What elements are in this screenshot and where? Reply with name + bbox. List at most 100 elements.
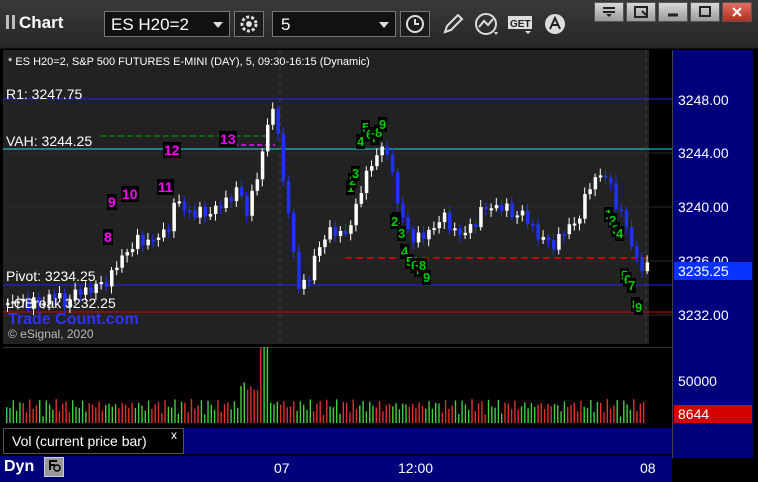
candle — [375, 155, 379, 167]
time-label: 12:00 — [398, 460, 434, 476]
candle — [312, 255, 317, 281]
volume-bar — [65, 401, 67, 423]
dynamic-label[interactable]: Dyn — [4, 458, 34, 476]
volume-bar — [517, 409, 519, 423]
volume-bar — [481, 401, 483, 423]
candle — [333, 227, 338, 237]
setup-label: 9 — [634, 300, 644, 315]
volume-bar — [639, 403, 641, 423]
volume-bar — [444, 399, 447, 423]
volume-bar — [68, 412, 71, 423]
maximize-button[interactable] — [690, 2, 720, 22]
candle — [110, 270, 114, 287]
volume-bar — [418, 402, 420, 423]
volume-bar — [309, 399, 311, 423]
volume-bar — [81, 400, 84, 423]
volume-bar — [45, 400, 47, 423]
studies-button[interactable] — [472, 11, 502, 37]
candle — [224, 197, 228, 209]
volume-bar — [415, 408, 417, 423]
candle — [463, 232, 468, 236]
volume-bar — [85, 411, 87, 423]
format-button[interactable] — [44, 457, 64, 477]
candle — [292, 212, 296, 252]
volume-study-label[interactable]: Vol (current price bar) — [3, 428, 184, 454]
volume-bar — [606, 399, 608, 423]
volume-bar — [609, 408, 612, 423]
alert-button[interactable] — [540, 11, 570, 37]
candle — [515, 215, 520, 218]
volume-bar — [557, 405, 559, 423]
chevron-down-icon[interactable] — [213, 22, 223, 28]
sequence-label: 12 — [163, 142, 181, 158]
volume-bar — [147, 400, 150, 423]
candle — [645, 262, 650, 272]
volume-bar — [296, 410, 298, 423]
candle — [328, 227, 332, 240]
candle — [266, 124, 270, 152]
candle — [281, 133, 286, 182]
volume-bar — [547, 403, 549, 423]
chevron-down-icon[interactable] — [379, 22, 389, 28]
volume-bar — [171, 407, 173, 423]
volume-bar — [382, 411, 384, 423]
price-axis[interactable]: 3248.00 3244.00 3240.00 3236.00 3232.00 … — [672, 50, 753, 458]
sequence-label: 11 — [157, 179, 174, 195]
candle — [510, 203, 514, 218]
candle — [453, 228, 457, 231]
candle — [520, 210, 525, 216]
close-study-icon[interactable]: x — [171, 428, 177, 442]
symbol-input[interactable]: ES H20=2 — [104, 11, 230, 37]
candle — [614, 183, 618, 209]
volume-bar — [114, 404, 117, 423]
chart-bars-icon — [6, 15, 15, 29]
volume-bar — [190, 399, 193, 423]
interval-input[interactable]: 5 — [272, 11, 396, 37]
time-axis[interactable] — [0, 456, 672, 482]
settings-button[interactable] — [234, 11, 264, 37]
volume-bar — [164, 400, 166, 423]
candle — [359, 193, 364, 204]
link-button[interactable] — [626, 2, 656, 22]
volume-bar — [312, 411, 315, 423]
volume-bar — [279, 404, 282, 423]
volume-bar — [220, 411, 222, 423]
sequence-label: 10 — [121, 186, 139, 202]
volume-bar — [42, 416, 44, 423]
setup-label: 4 — [356, 134, 366, 149]
draw-button[interactable] — [438, 11, 468, 37]
minimize-button[interactable] — [658, 2, 688, 22]
volume-bar — [124, 404, 127, 423]
menu-button[interactable] — [594, 2, 624, 22]
candle — [115, 267, 119, 271]
get-icon: GET — [508, 16, 532, 34]
time-button[interactable] — [400, 11, 430, 37]
volume-bar — [510, 409, 513, 423]
maximize-icon — [699, 6, 711, 17]
close-button[interactable] — [722, 2, 752, 22]
volume-bar — [286, 407, 288, 423]
volume-bar — [405, 404, 407, 423]
candle — [130, 249, 135, 253]
candle — [583, 194, 587, 219]
volume-bar — [319, 401, 321, 423]
candle — [198, 206, 202, 218]
volume-bar — [563, 401, 566, 423]
candle — [370, 166, 374, 171]
candle — [567, 224, 572, 235]
volume-bar — [260, 347, 262, 423]
candle — [245, 195, 249, 216]
volume-bar — [477, 403, 480, 423]
volume-bar — [91, 404, 94, 423]
volume-bar — [141, 405, 143, 423]
candle — [552, 240, 556, 250]
candle — [89, 287, 93, 294]
volume-bar — [75, 406, 77, 423]
volume-bar — [303, 404, 305, 423]
volume-bar — [590, 399, 592, 423]
volume-bar — [408, 406, 410, 423]
get-button[interactable]: GET — [506, 11, 536, 37]
setup-label: 4 — [615, 226, 625, 241]
pencil-icon — [443, 13, 464, 34]
candle — [78, 289, 83, 295]
